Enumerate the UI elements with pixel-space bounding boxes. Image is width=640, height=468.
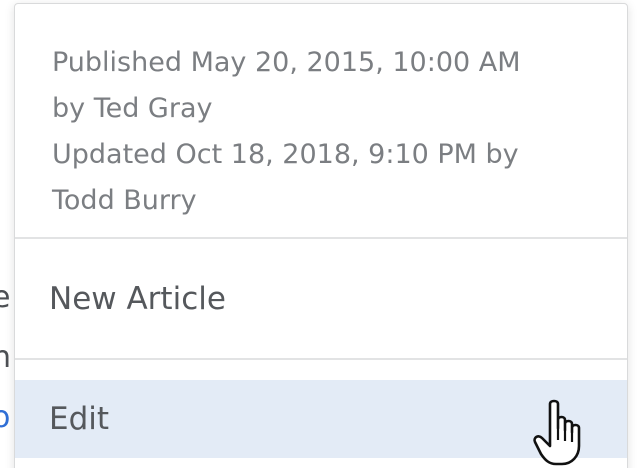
edit-label: Edit	[49, 401, 110, 437]
screen: e n o Published May 20, 2015, 10:00 AM b…	[0, 0, 640, 468]
meta-line-published: Published May 20, 2015, 10:00 AM	[52, 47, 521, 78]
new-article-menu-item[interactable]: New Article	[15, 258, 627, 340]
article-meta-info: Published May 20, 2015, 10:00 AM by Ted …	[52, 40, 592, 224]
meta-line-published-by: by Ted Gray	[52, 93, 213, 124]
menu-divider	[15, 358, 627, 360]
meta-line-updated-by: Todd Burry	[52, 185, 197, 216]
menu-divider	[15, 237, 627, 239]
hand-pointer-icon	[533, 399, 581, 466]
meta-line-updated: Updated Oct 18, 2018, 9:10 PM by	[52, 139, 519, 170]
background-text-fragment: e	[0, 280, 11, 315]
background-text-fragment: n	[0, 340, 12, 375]
background-link-fragment[interactable]: o	[0, 403, 10, 433]
new-article-label: New Article	[49, 281, 226, 317]
